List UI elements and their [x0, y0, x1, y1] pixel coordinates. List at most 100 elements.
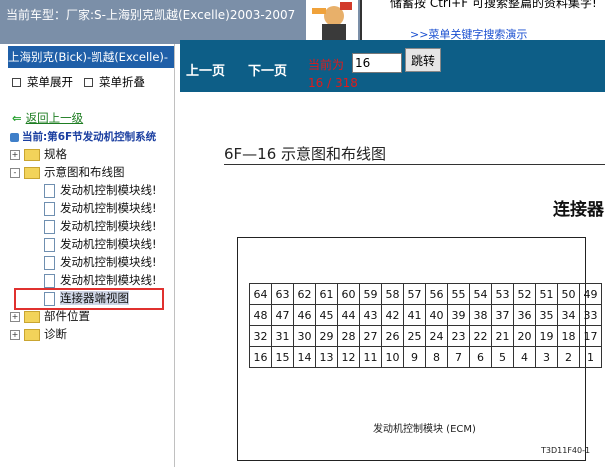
collapse-icon: [84, 78, 93, 87]
jump-button[interactable]: 跳转: [405, 48, 441, 72]
tree-item-components[interactable]: + 部件位置: [10, 308, 90, 325]
tip-box: 储蓄按 Ctrl+F 可搜索整篇的资料集字! >>菜单关键字搜索演示: [360, 0, 605, 44]
pin-cell: 40: [425, 304, 448, 326]
page-heading: 连接器: [553, 200, 604, 220]
pin-row: 64 63 62 61 60 59 58 57 56 55 54 53 52 51 50 49: [249, 283, 602, 305]
section-divider: [224, 164, 605, 165]
current-page-label: 当前为: [308, 58, 345, 72]
collapse-menu-label: 菜单折叠: [99, 75, 145, 89]
pin-cell: 28: [337, 325, 360, 347]
pin-cell: 58: [381, 283, 404, 305]
car-model-title: 当前车型：厂家:S-上海别克凯越(Excelle)2003-2007: [6, 8, 296, 22]
pin-cell: 35: [535, 304, 558, 326]
document-icon: [44, 255, 55, 270]
document-icon: [44, 183, 55, 198]
back-link[interactable]: ⇐ 返回上一级: [12, 110, 83, 126]
pin-cell: 33: [579, 304, 602, 326]
document-icon: [44, 219, 55, 234]
pin-cell: 11: [359, 346, 382, 368]
collapse-menu-button[interactable]: 菜单折叠: [84, 74, 145, 90]
tree-item-ecm-wiring-6[interactable]: 发动机控制模块线!: [44, 272, 157, 289]
tree-item-label: 发动机控制模块线!: [60, 273, 157, 287]
tree-item-ecm-wiring-5[interactable]: 发动机控制模块线!: [44, 254, 157, 271]
pin-cell: 14: [293, 346, 316, 368]
pin-cell: 3: [535, 346, 558, 368]
tree-item-label: 规格: [44, 147, 67, 161]
pin-cell: 53: [491, 283, 514, 305]
pin-cell: 56: [425, 283, 448, 305]
pin-cell: 8: [425, 346, 448, 368]
pin-cell: 16: [249, 346, 272, 368]
pin-cell: 22: [469, 325, 492, 347]
pin-cell: 37: [491, 304, 514, 326]
pin-cell: 5: [491, 346, 514, 368]
page-number-input[interactable]: [352, 53, 402, 73]
figure-code: T3D11F40-1: [541, 446, 591, 455]
plus-icon[interactable]: +: [10, 311, 20, 322]
tree-item-label: 部件位置: [44, 309, 90, 323]
folder-open-icon: [24, 166, 40, 179]
plus-icon[interactable]: +: [10, 149, 20, 160]
document-icon: [44, 201, 55, 216]
pin-cell: 18: [557, 325, 580, 347]
folder-icon: [24, 148, 40, 161]
pin-cell: 1: [579, 346, 602, 368]
pin-cell: 62: [293, 283, 316, 305]
selection-highlight-box: [14, 288, 164, 310]
next-page-button[interactable]: 下一页: [248, 60, 287, 79]
sidebar-title: 上海别克(Bick)-凯越(Excelle)-: [8, 46, 174, 68]
pin-cell: 2: [557, 346, 580, 368]
pin-cell: 45: [315, 304, 338, 326]
tree-item-ecm-wiring-1[interactable]: 发动机控制模块线!: [44, 182, 157, 199]
plus-icon[interactable]: +: [10, 329, 20, 340]
current-section-label: 当前:第6F节发动机控制系统: [10, 129, 156, 144]
current-section-text: 当前:第6F节发动机控制系统: [22, 131, 157, 143]
tree-item-ecm-wiring-2[interactable]: 发动机控制模块线!: [44, 200, 157, 217]
pin-cell: 20: [513, 325, 536, 347]
prev-page-button[interactable]: 上一页: [186, 60, 225, 79]
back-arrow-icon: ⇐: [12, 111, 22, 125]
expand-menu-label: 菜单展开: [27, 75, 73, 89]
pin-cell: 24: [425, 325, 448, 347]
pin-cell: 29: [315, 325, 338, 347]
pin-cell: 9: [403, 346, 426, 368]
pin-cell: 57: [403, 283, 426, 305]
pin-row: 32 31 30 29 28 27 26 25 24 23 22 21 20 19 18 17: [249, 325, 602, 347]
tree-item-label: 诊断: [44, 327, 67, 341]
expand-menu-button[interactable]: 菜单展开: [12, 74, 73, 90]
pin-cell: 7: [447, 346, 470, 368]
pin-row: 48 47 46 45 44 43 42 41 40 39 38 37 36 35 34 33: [249, 304, 602, 326]
pin-cell: 25: [403, 325, 426, 347]
pin-cell: 13: [315, 346, 338, 368]
folder-icon: [24, 310, 40, 323]
pin-cell: 31: [271, 325, 294, 347]
tree-item-diagnosis[interactable]: + 诊断: [10, 326, 67, 343]
pin-cell: 6: [469, 346, 492, 368]
pin-cell: 34: [557, 304, 580, 326]
pin-cell: 51: [535, 283, 558, 305]
pin-cell: 47: [271, 304, 294, 326]
pin-cell: 43: [359, 304, 382, 326]
document-icon: [44, 237, 55, 252]
tree-item-label: 发动机控制模块线!: [60, 255, 157, 269]
computer-icon: [10, 132, 19, 142]
tree-item-diagrams[interactable]: - 示意图和布线图: [10, 164, 125, 181]
back-link-label: 返回上一级: [25, 111, 84, 125]
tree-item-label: 发动机控制模块线!: [60, 201, 157, 215]
pin-cell: 49: [579, 283, 602, 305]
minus-icon[interactable]: -: [10, 167, 20, 178]
pin-cell: 4: [513, 346, 536, 368]
pin-cell: 10: [381, 346, 404, 368]
search-tip-text: 储蓄按 Ctrl+F 可搜索整篇的资料集字!: [390, 0, 597, 10]
tree-item-specs[interactable]: + 规格: [10, 146, 67, 163]
mascot-icon: [312, 2, 352, 40]
tree-item-ecm-wiring-4[interactable]: 发动机控制模块线!: [44, 236, 157, 253]
connector-pin-grid: 64 63 62 61 60 59 58 57 56 55 54 53 52 51 50 49 48 47 46 45…: [249, 283, 602, 368]
pin-cell: 48: [249, 304, 272, 326]
pin-cell: 36: [513, 304, 536, 326]
pin-cell: 12: [337, 346, 360, 368]
pin-cell: 38: [469, 304, 492, 326]
tree-item-label: 发动机控制模块线!: [60, 219, 157, 233]
tree-item-ecm-wiring-3[interactable]: 发动机控制模块线!: [44, 218, 157, 235]
pin-cell: 23: [447, 325, 470, 347]
